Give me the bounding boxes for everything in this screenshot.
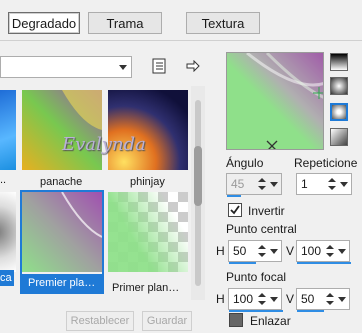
document-list-icon	[152, 58, 166, 74]
focal-h-input[interactable]: 100	[228, 288, 283, 312]
center-v-label: V	[286, 244, 295, 258]
gradient-thumb-phinjay[interactable]	[108, 90, 188, 170]
angle-value: 45	[231, 177, 245, 191]
chevron-down-icon	[119, 65, 127, 70]
center-h-value: 50	[233, 244, 247, 258]
style-sunburst-button[interactable]	[330, 103, 348, 121]
gradient-thumb-left-partial-2[interactable]	[0, 192, 16, 272]
gradient-thumb-panache[interactable]	[22, 90, 102, 170]
angle-input[interactable]: 45	[226, 173, 282, 197]
focal-h-label: H	[216, 292, 225, 306]
chevron-down-icon[interactable]	[338, 297, 346, 302]
gradient-thumb-foreground-transparent[interactable]	[108, 192, 188, 272]
focal-v-slider-fill	[297, 310, 324, 312]
spin-updown-icon[interactable]	[325, 291, 335, 307]
thumb-caption-foreground: Premier pla…	[22, 274, 102, 292]
repeats-label: Repeticione	[294, 156, 358, 170]
manager-button[interactable]	[150, 57, 168, 75]
tab-gradient[interactable]: Degradado	[8, 12, 80, 34]
style-rectangular-button[interactable]	[330, 77, 348, 95]
gradient-category-select[interactable]	[0, 56, 132, 78]
center-h-label: H	[216, 244, 225, 258]
focal-v-input[interactable]: 50	[296, 288, 350, 312]
invert-label: Invertir	[248, 204, 285, 218]
center-v-value: 100	[301, 244, 322, 258]
tab-pattern[interactable]: Trama	[88, 12, 162, 34]
chevron-down-icon[interactable]	[270, 182, 278, 187]
angle-label: Ángulo	[226, 156, 264, 170]
center-v-input[interactable]: 100	[296, 240, 351, 264]
spin-updown-icon[interactable]	[327, 176, 337, 192]
spin-updown-icon[interactable]	[257, 291, 267, 307]
save-button[interactable]: Guardar	[142, 311, 192, 331]
thumb-caption-foreground-transparent: Primer plan…	[112, 282, 180, 294]
center-h-input[interactable]: 50	[228, 240, 282, 264]
tab-texture[interactable]: Textura	[186, 12, 260, 34]
thumbnail-scrollbar[interactable]	[191, 86, 205, 300]
thumb-caption-phinjay: phinjay	[130, 176, 165, 188]
checkmark-icon	[230, 205, 240, 215]
focal-point-label: Punto focal	[226, 270, 287, 284]
thumb-caption-left-partial-2: ca	[0, 270, 14, 286]
more-options-button[interactable]	[184, 57, 202, 75]
chevron-down-icon[interactable]	[338, 249, 346, 254]
focal-v-value: 50	[301, 292, 315, 306]
invert-checkbox[interactable]	[228, 203, 242, 217]
style-linear-button[interactable]	[330, 53, 348, 71]
gradient-thumbnail-grid: .. panache phinjay Evalynda ca Premier p…	[0, 86, 190, 300]
style-radial-button[interactable]	[330, 128, 348, 146]
spin-updown-icon[interactable]	[257, 243, 267, 259]
chevron-down-icon[interactable]	[270, 249, 278, 254]
angle-slider-fill	[227, 195, 241, 197]
scroll-thumb[interactable]	[194, 146, 202, 206]
watermark-logo: Evalynda	[62, 134, 146, 155]
focal-h-value: 100	[233, 292, 254, 306]
center-h-slider-fill	[229, 262, 256, 264]
green-fade-overlay	[108, 192, 188, 272]
focal-v-label: V	[286, 292, 295, 306]
reset-button[interactable]: Restablecer	[66, 311, 134, 331]
center-point-label: Punto central	[226, 222, 297, 236]
repeats-input[interactable]: 1	[296, 173, 352, 195]
gradient-thumb-foreground-selected[interactable]: Premier pla…	[20, 190, 104, 294]
spin-updown-icon[interactable]	[325, 243, 335, 259]
spin-updown-icon[interactable]	[257, 176, 267, 192]
gradient-thumb-left-partial[interactable]	[0, 90, 16, 170]
gradient-preview[interactable]	[226, 52, 324, 150]
chevron-down-icon[interactable]	[270, 297, 278, 302]
focal-h-slider-fill	[229, 310, 283, 312]
repeats-value: 1	[301, 177, 308, 191]
center-v-slider-fill	[297, 262, 351, 264]
link-label: Enlazar	[250, 314, 291, 328]
thumb-caption-left-partial: ..	[0, 174, 7, 186]
thumb-caption-panache: panache	[40, 176, 83, 188]
tab-divider	[0, 40, 362, 41]
link-checkbox[interactable]	[229, 313, 243, 327]
arrow-right-icon	[186, 60, 200, 72]
chevron-down-icon[interactable]	[340, 182, 348, 187]
